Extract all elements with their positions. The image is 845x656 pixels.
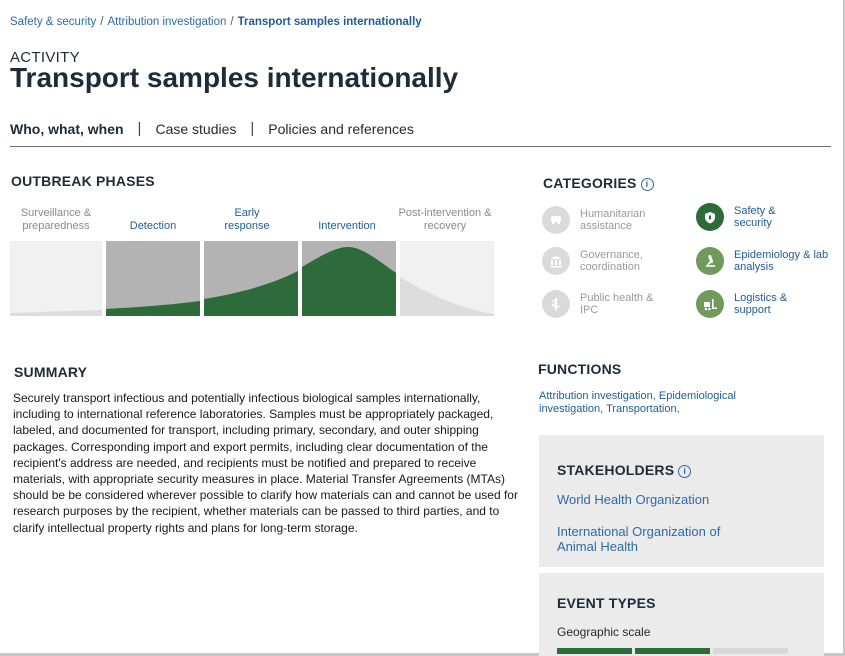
event-types-heading: EVENT TYPES [557, 595, 656, 611]
event-types-panel [539, 573, 824, 656]
category-label: Safety & security [734, 204, 776, 230]
phase-label-intervention: Intervention [318, 220, 376, 232]
shield-icon [696, 203, 724, 231]
phase-label-surveillance: Surveillance & preparedness [20, 207, 92, 232]
geographic-scale-segment [713, 648, 788, 654]
tab-policies-references[interactable]: Policies and references [268, 121, 414, 137]
phase-label-early-response: Early response [224, 207, 270, 232]
categories-heading-text: CATEGORIES [543, 175, 637, 191]
breadcrumb-current: Transport samples internationally [237, 16, 422, 28]
breadcrumb: Safety & security / Attribution investigat… [10, 16, 422, 28]
phase-panel-surveillance [10, 241, 102, 316]
breadcrumb-separator: / [230, 16, 234, 28]
health-icon [542, 290, 570, 318]
category-public-health-ipc[interactable]: Public health & IPC [542, 290, 660, 318]
function-link-attribution-investigation[interactable]: Attribution investigation, [539, 390, 656, 402]
category-label: Logistics & support [734, 291, 788, 317]
categories-heading: CATEGORIES i [543, 175, 654, 191]
category-humanitarian-assistance[interactable]: Humanitarian assistance [542, 206, 670, 234]
stakeholder-link-oie[interactable]: International Organization of Animal Hea… [557, 524, 747, 554]
forklift-icon [696, 290, 724, 318]
outbreak-phases-graphic [10, 241, 494, 316]
category-epidemiology-lab-analysis[interactable]: Epidemiology & lab analysis [696, 247, 844, 275]
microscope-icon [696, 247, 724, 275]
tab-divider: | [137, 120, 142, 137]
tab-underline [10, 146, 831, 147]
tab-who-what-when[interactable]: Who, what, when [10, 121, 124, 137]
vehicle-icon [542, 206, 570, 234]
info-icon[interactable]: i [640, 177, 654, 191]
functions-list: Attribution investigation, Epidemiologic… [539, 390, 799, 415]
geographic-scale-segment [635, 648, 710, 654]
stakeholders-heading: STAKEHOLDERS i [557, 462, 692, 478]
stakeholder-link-who[interactable]: World Health Organization [557, 492, 797, 507]
breadcrumb-separator: / [100, 16, 104, 28]
function-link-transportation[interactable]: Transportation, [606, 403, 680, 415]
category-label: Public health & IPC [580, 291, 654, 317]
summary-heading: SUMMARY [14, 364, 88, 380]
building-icon [542, 247, 570, 275]
stakeholders-heading-text: STAKEHOLDERS [557, 462, 675, 478]
tab-divider: | [250, 120, 255, 137]
outbreak-phases-heading: OUTBREAK PHASES [11, 173, 155, 189]
category-logistics-support[interactable]: Logistics & support [696, 290, 814, 318]
info-icon[interactable]: i [678, 464, 692, 478]
breadcrumb-link-safety-security[interactable]: Safety & security [10, 16, 96, 28]
phase-label-post-intervention: Post-intervention & recovery [398, 207, 492, 232]
functions-heading: FUNCTIONS [538, 361, 622, 377]
category-label: Epidemiology & lab analysis [734, 248, 829, 274]
phase-label-detection: Detection [129, 220, 177, 232]
geographic-scale-label: Geographic scale [557, 625, 651, 639]
geographic-scale-segment [557, 648, 632, 654]
category-safety-security[interactable]: Safety & security [696, 203, 804, 231]
breadcrumb-link-attribution-investigation[interactable]: Attribution investigation [108, 16, 227, 28]
tab-case-studies[interactable]: Case studies [155, 121, 236, 137]
category-label: Humanitarian assistance [580, 207, 646, 233]
category-label: Governance, coordination [580, 248, 643, 274]
page-title: Transport samples internationally [10, 62, 459, 93]
summary-text: Securely transport infectious and potent… [13, 391, 518, 535]
category-governance-coordination[interactable]: Governance, coordination [542, 247, 660, 275]
tab-bar: Who, what, when | Case studies | Policie… [10, 120, 414, 137]
